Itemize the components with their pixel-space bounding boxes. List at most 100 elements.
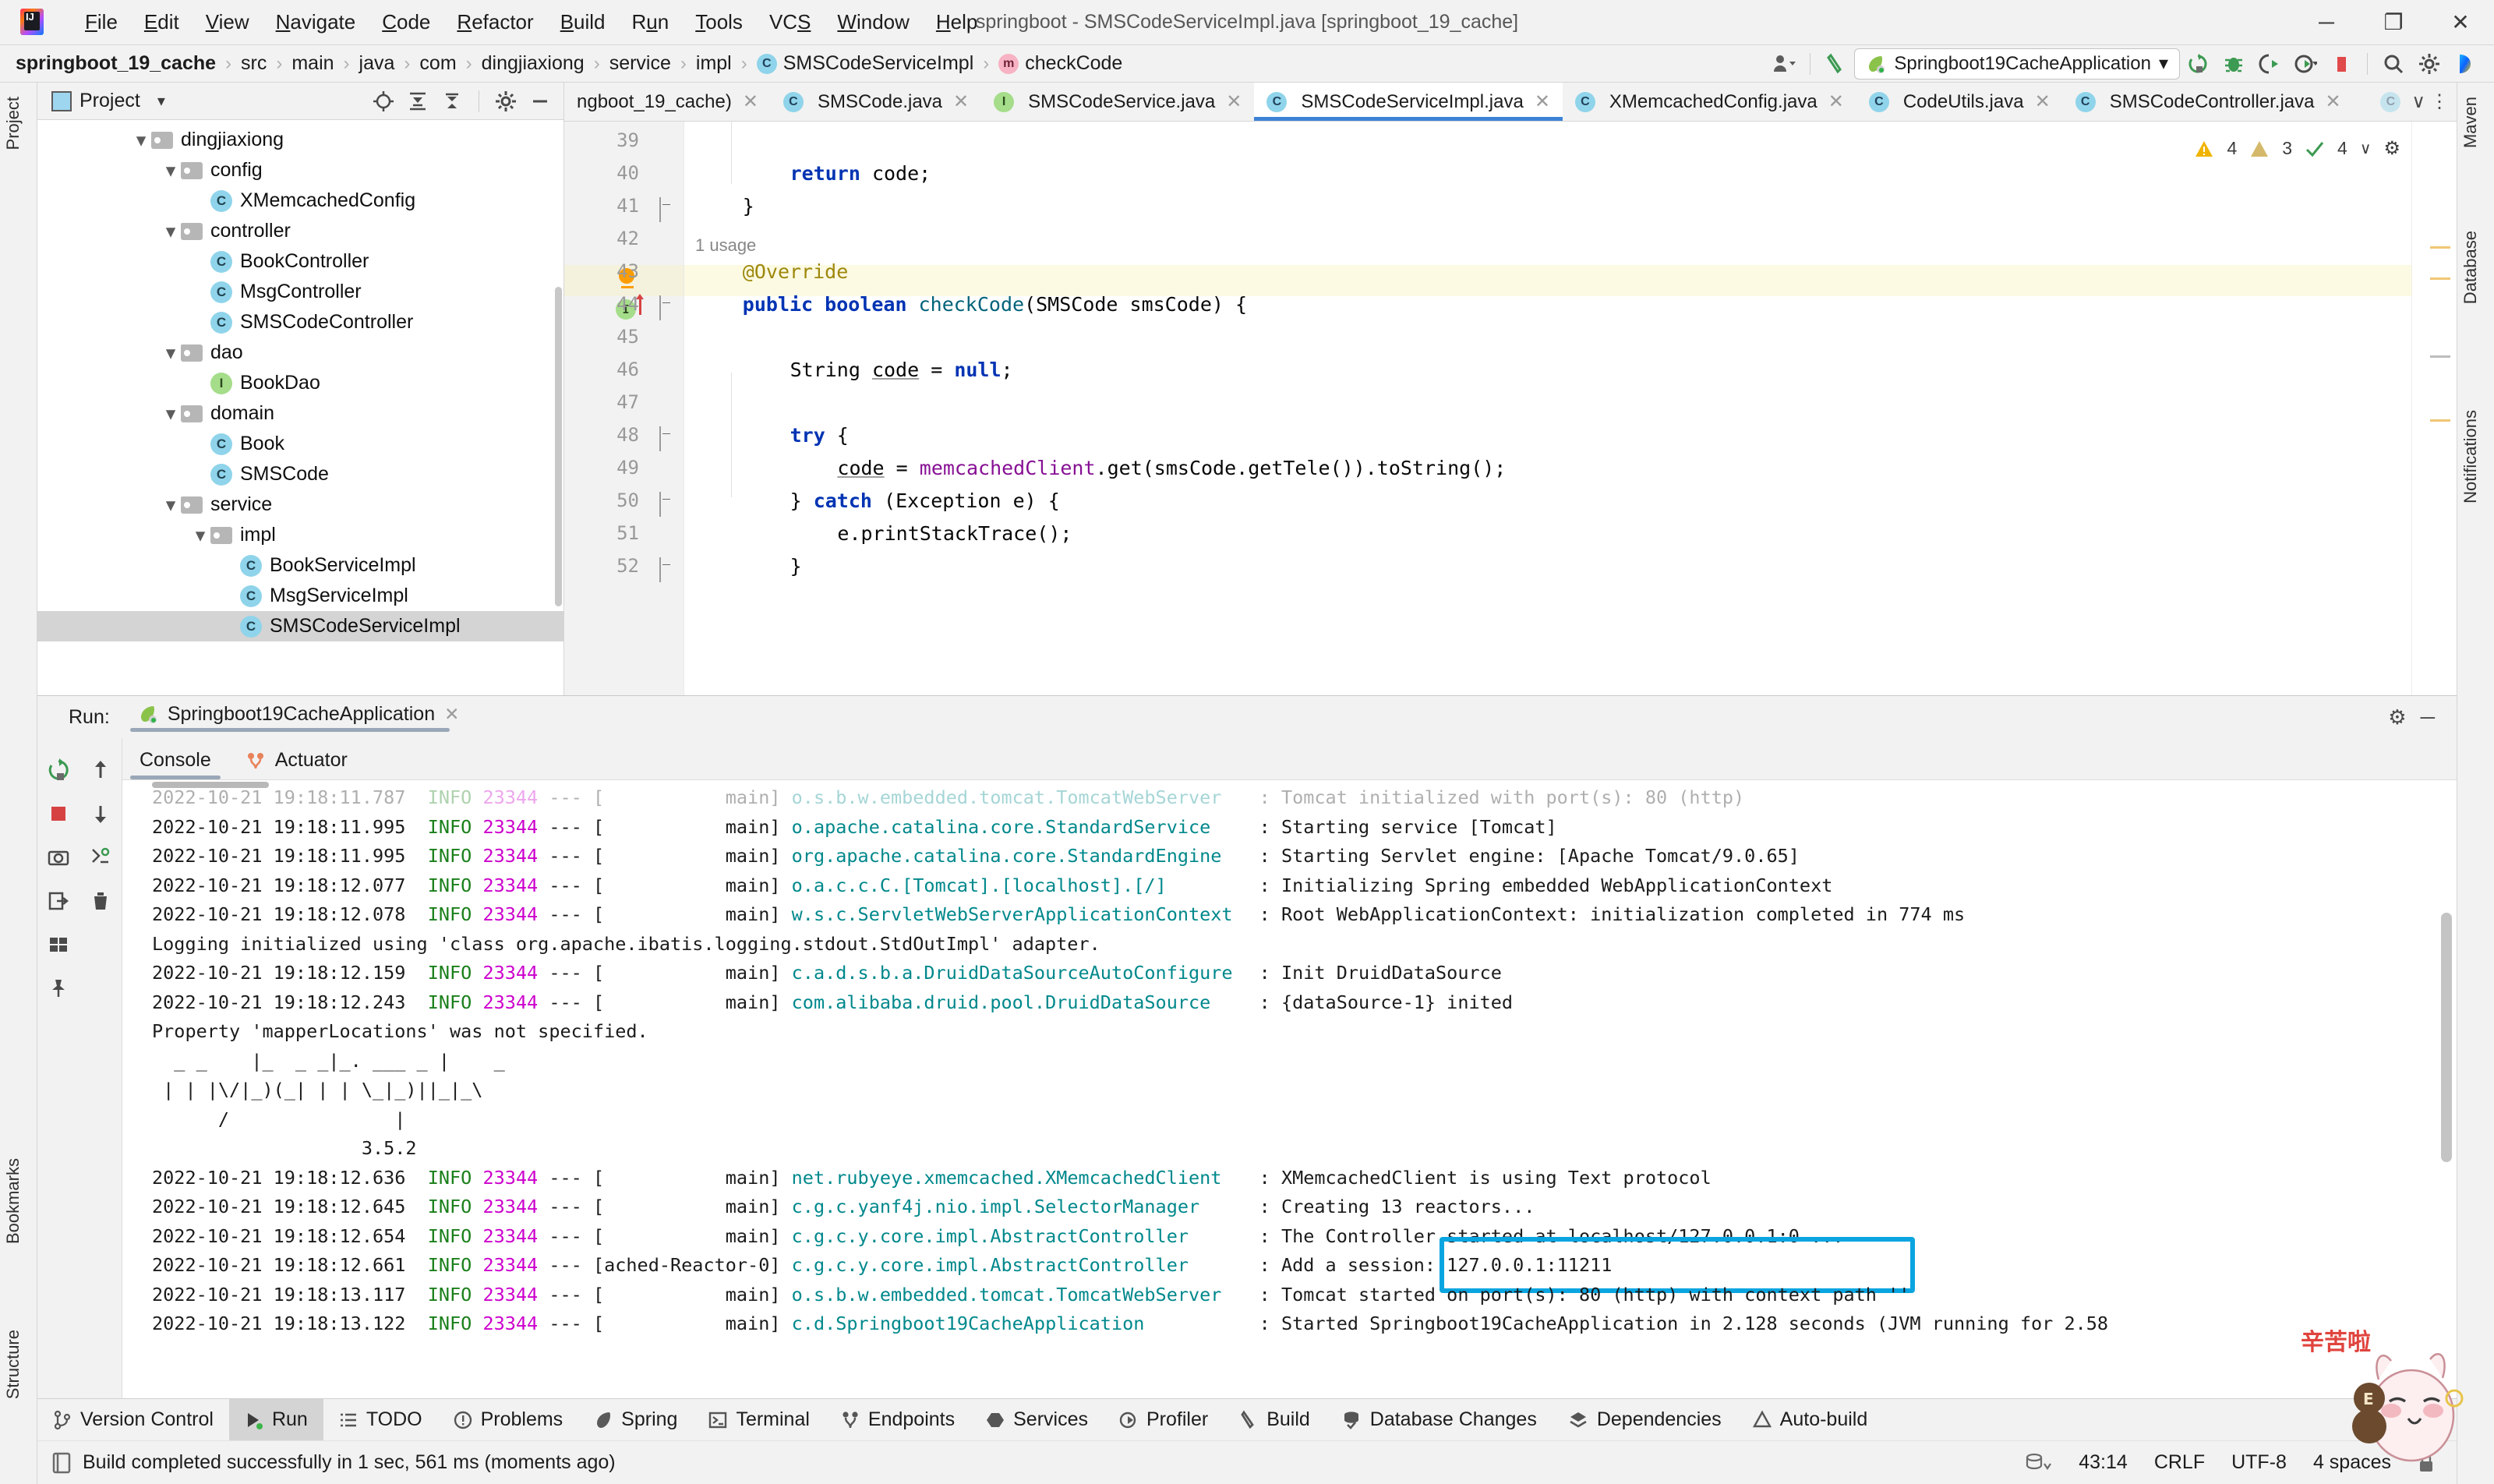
tree-node-impl[interactable]: ▾ impl (37, 520, 563, 550)
inspection-markers-bar[interactable] (2411, 122, 2457, 695)
tree-node-xmemcachedconfig[interactable]: C XMemcachedConfig (37, 186, 563, 216)
breadcrumb-item-java[interactable]: java (358, 52, 397, 75)
breadcrumb-item-main[interactable]: main (290, 52, 335, 75)
tree-node-dao[interactable]: ▾ dao (37, 337, 563, 368)
warning-marker[interactable] (2430, 277, 2450, 280)
tree-node-book[interactable]: C Book (37, 429, 563, 459)
side-tab-maven[interactable]: Maven (2460, 97, 2481, 148)
editor-tab-smscodeserviceimpljava[interactable]: C SMSCodeServiceImpl.java ✕ (1254, 83, 1563, 121)
stop-icon[interactable] (37, 793, 79, 835)
code-line[interactable]: code = memcachedClient.get(smsCode.getTe… (837, 457, 1506, 479)
code-line[interactable]: try { (790, 424, 849, 447)
file-encoding[interactable]: UTF-8 (2231, 1451, 2287, 1474)
code-text[interactable]: return code;} @Override public boolean che… (684, 122, 2411, 695)
code-line[interactable]: public boolean checkCode(SMSCode smsCode… (743, 293, 1247, 316)
tool-window-button-profiler[interactable]: Profiler (1104, 1399, 1224, 1441)
code-line[interactable]: } catch (Exception e) { (790, 489, 1060, 512)
close-icon[interactable]: ✕ (953, 90, 969, 113)
menu-item-vcs[interactable]: VCS (756, 7, 824, 37)
side-tab-project[interactable]: Project (3, 97, 23, 150)
breadcrumb-item-impl[interactable]: impl (694, 52, 733, 75)
close-icon[interactable]: ✕ (1828, 90, 1844, 113)
chevron-down-icon[interactable]: ∨ (2360, 139, 2372, 158)
tool-window-button-endpoints[interactable]: Endpoints (825, 1399, 970, 1441)
tool-window-button-dependencies[interactable]: Dependencies (1553, 1399, 1737, 1441)
tree-node-dingjiaxiong[interactable]: ▾ dingjiaxiong (37, 125, 563, 155)
thread-dump-icon[interactable] (79, 836, 122, 878)
run-config-tab[interactable]: Springboot19CacheApplication ✕ (129, 703, 468, 732)
caret-position[interactable]: 43:14 (2079, 1451, 2128, 1474)
breadcrumb-item-method[interactable]: m checkCode (997, 52, 1124, 75)
tool-window-button-services[interactable]: Services (970, 1399, 1104, 1441)
profile-icon[interactable] (2287, 48, 2323, 80)
line-number-gutter[interactable]: I 39 40 41 42 43 44 45 46 47 48 49 50 51 52 (564, 122, 652, 695)
menu-item-window[interactable]: Window (824, 7, 922, 37)
chevron-down-icon[interactable]: ▾ (161, 160, 181, 182)
inspection-summary-widget[interactable]: 4 3 4 ∨ ⚙ (2194, 137, 2400, 160)
scroll-up-icon[interactable] (79, 749, 122, 791)
tree-node-smscodecontroller[interactable]: C SMSCodeController (37, 307, 563, 337)
menu-item-file[interactable]: File (72, 7, 131, 37)
tab-console[interactable]: Console (122, 749, 228, 779)
menu-item-refactor[interactable]: Refactor (443, 7, 546, 37)
tool-window-button-problems[interactable]: Problems (438, 1399, 579, 1441)
tree-node-service[interactable]: ▾ service (37, 489, 563, 520)
console-vertical-scrollbar[interactable] (2441, 913, 2452, 1162)
editor-tab-smscodeservicejava[interactable]: I SMSCodeService.java ✕ (981, 83, 1254, 121)
tree-node-domain[interactable]: ▾ domain (37, 398, 563, 429)
build-hammer-icon[interactable] (1818, 48, 1854, 80)
tool-window-button-spring[interactable]: Spring (578, 1399, 693, 1441)
menu-item-view[interactable]: View (193, 7, 263, 37)
chevron-down-icon[interactable]: ▾ (131, 129, 151, 151)
close-icon[interactable]: ✕ (1535, 90, 1550, 113)
gear-icon[interactable]: ⚙ (2383, 137, 2400, 160)
gear-icon[interactable] (490, 87, 521, 115)
minimize-button[interactable]: ─ (2293, 0, 2360, 45)
editor-tab-ngboot19cache[interactable]: ngboot_19_cache) ✕ (564, 83, 771, 121)
tool-window-button-build[interactable]: Build (1224, 1399, 1326, 1441)
debug-icon[interactable] (2216, 48, 2252, 80)
run-configuration-selector[interactable]: Springboot19CacheApplication ▾ (1854, 48, 2180, 80)
tree-node-config[interactable]: ▾ config (37, 155, 563, 186)
hide-panel-icon[interactable] (525, 87, 556, 115)
tree-node-controller[interactable]: ▾ controller (37, 216, 563, 246)
tree-node-bookserviceimpl[interactable]: C BookServiceImpl (37, 550, 563, 581)
camera-icon[interactable] (37, 836, 79, 878)
tree-node-bookdao[interactable]: I BookDao (37, 368, 563, 398)
tool-window-button-auto-build[interactable]: Auto-build (1737, 1399, 1884, 1441)
fold-marker-icon[interactable] (659, 295, 676, 320)
fold-marker-icon[interactable] (659, 557, 676, 582)
side-tab-database[interactable]: Database (2460, 231, 2481, 304)
menu-item-build[interactable]: Build (547, 7, 619, 37)
project-tree[interactable]: ▾ dingjiaxiong ▾ config C XMemcachedConfig ▾ co… (37, 120, 563, 695)
export-icon[interactable] (37, 880, 79, 922)
code-line[interactable]: String code = null; (790, 359, 1013, 381)
editor-tab-xmemcachedconfigjava[interactable]: C XMemcachedConfig.java ✕ (1563, 83, 1856, 121)
breadcrumb-item-dingjiaxiong[interactable]: dingjiaxiong (480, 52, 586, 75)
rerun-icon[interactable] (2180, 48, 2216, 80)
breadcrumb-item-com[interactable]: com (418, 52, 457, 75)
code-editor[interactable]: I 39 40 41 42 43 44 45 46 47 48 49 50 51 52 return co… (564, 122, 2457, 695)
scroll-down-icon[interactable] (79, 793, 122, 835)
fold-marker-icon[interactable] (659, 197, 676, 222)
tool-window-button-database-changes[interactable]: Database Changes (1326, 1399, 1553, 1441)
breadcrumb-item-class[interactable]: C SMSCodeServiceImpl (755, 52, 976, 75)
console-output[interactable]: 2022-10-21 19:18:11.787 INFO 23344 --- [… (122, 780, 2457, 1398)
tab-actuator[interactable]: Actuator (228, 749, 365, 779)
code-line[interactable]: } (743, 195, 754, 217)
menu-item-run[interactable]: Run (619, 7, 683, 37)
menu-item-code[interactable]: Code (369, 7, 443, 37)
settings-gear-icon[interactable] (2411, 48, 2447, 80)
locate-icon[interactable] (368, 87, 399, 115)
chevron-down-icon[interactable]: ▾ (161, 221, 181, 242)
rerun-icon[interactable] (37, 749, 79, 791)
chevron-down-icon[interactable]: ∨ (2411, 90, 2425, 113)
tree-node-msgcontroller[interactable]: C MsgController (37, 277, 563, 307)
side-tab-notifications[interactable]: Notifications (2460, 410, 2481, 504)
chevron-down-icon[interactable]: ▾ (161, 342, 181, 364)
lock-icon[interactable] (2418, 1453, 2435, 1473)
info-marker[interactable] (2430, 355, 2450, 358)
editor-tab-smscodejava[interactable]: C SMSCode.java ✕ (771, 83, 981, 121)
tree-node-bookcontroller[interactable]: C BookController (37, 246, 563, 277)
code-line[interactable]: @Override (743, 260, 848, 283)
